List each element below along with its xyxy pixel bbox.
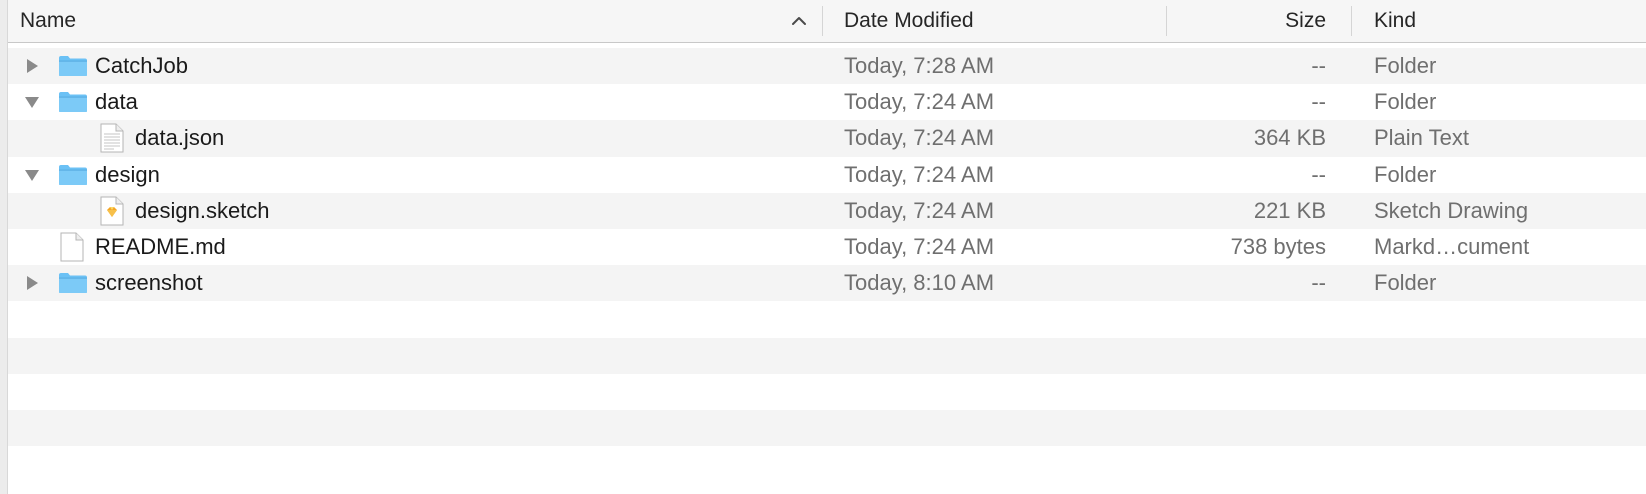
file-name: CatchJob — [95, 53, 188, 78]
file-kind: Plain Text — [1374, 125, 1469, 151]
file-row-readme-md[interactable]: README.md Today, 7:24 AM 738 bytes Markd…cu… — [8, 229, 1646, 265]
file-list: CatchJob Today, 7:28 AM -- Folder data Today,… — [8, 48, 1646, 482]
file-row-data[interactable]: data Today, 7:24 AM -- Folder — [8, 84, 1646, 120]
date-modified: Today, 7:24 AM — [844, 233, 995, 259]
file-kind: Folder — [1374, 89, 1437, 115]
column-header-date-modified[interactable]: Date Modified — [844, 0, 974, 42]
empty-row — [8, 409, 1646, 447]
empty-row — [8, 446, 1646, 482]
file-row-design-sketch[interactable]: design.sketch Today, 7:24 AM 221 KB Sketch … — [8, 192, 1646, 229]
file-kind: Markd…cument — [1374, 233, 1530, 259]
window-left-edge — [0, 0, 8, 494]
file-size: -- — [1311, 161, 1326, 187]
file-kind: Folder — [1374, 270, 1437, 296]
finder-list-view: Name Date Modified Size Kind CatchJob Tod… — [8, 0, 1646, 494]
date-modified: Today, 8:10 AM — [844, 270, 995, 296]
empty-row — [8, 374, 1646, 410]
file-size: -- — [1311, 89, 1326, 115]
folder-icon — [58, 272, 88, 294]
date-modified: Today, 7:24 AM — [844, 161, 995, 187]
sketch-document-icon — [100, 196, 124, 226]
file-kind: Folder — [1374, 53, 1437, 78]
column-divider[interactable] — [1166, 6, 1167, 36]
file-size: -- — [1311, 270, 1326, 296]
disclosure-expanded-icon[interactable] — [23, 166, 41, 184]
column-header-size[interactable]: Size — [1285, 0, 1326, 42]
empty-row — [8, 337, 1646, 374]
file-row-screenshot[interactable]: screenshot Today, 8:10 AM -- Folder — [8, 265, 1646, 302]
empty-row — [8, 301, 1646, 337]
file-size: 221 KB — [1253, 197, 1326, 223]
date-modified: Today, 7:28 AM — [844, 53, 995, 78]
date-modified: Today, 7:24 AM — [844, 197, 995, 223]
file-name: README.md — [95, 233, 226, 259]
file-kind: Sketch Drawing — [1374, 197, 1529, 223]
file-row-design[interactable]: design Today, 7:24 AM -- Folder — [8, 157, 1646, 193]
chevron-up-icon[interactable] — [791, 13, 807, 29]
folder-icon — [58, 164, 88, 186]
column-header-kind[interactable]: Kind — [1374, 0, 1416, 42]
file-name: design — [95, 161, 160, 187]
file-name: screenshot — [95, 270, 203, 296]
text-document-icon — [100, 123, 124, 153]
file-row-data-json[interactable]: data.json Today, 7:24 AM 364 KB Plain Text — [8, 120, 1646, 157]
column-divider[interactable] — [822, 6, 823, 36]
disclosure-collapsed-icon[interactable] — [23, 274, 41, 292]
disclosure-expanded-icon[interactable] — [23, 93, 41, 111]
folder-icon — [58, 91, 88, 113]
document-icon — [60, 232, 84, 262]
folder-icon — [58, 55, 88, 77]
file-size: 364 KB — [1253, 125, 1326, 151]
date-modified: Today, 7:24 AM — [844, 125, 995, 151]
file-name: data.json — [135, 125, 225, 151]
column-divider[interactable] — [1351, 6, 1352, 36]
column-header-name[interactable]: Name — [20, 0, 76, 42]
date-modified: Today, 7:24 AM — [844, 89, 995, 115]
disclosure-collapsed-icon[interactable] — [23, 57, 41, 75]
file-name: data — [95, 89, 138, 115]
column-header-bar: Name Date Modified Size Kind — [8, 0, 1646, 43]
file-name: design.sketch — [135, 197, 270, 223]
file-size: 738 bytes — [1230, 233, 1326, 259]
file-size: -- — [1311, 53, 1326, 78]
file-kind: Folder — [1374, 161, 1437, 187]
file-row-catchjob[interactable]: CatchJob Today, 7:28 AM -- Folder — [8, 48, 1646, 85]
